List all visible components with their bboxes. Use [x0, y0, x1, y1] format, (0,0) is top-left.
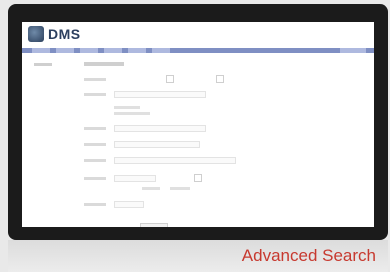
search-row	[84, 106, 140, 109]
search-row	[84, 91, 206, 98]
page-title	[84, 62, 124, 66]
field-label	[84, 203, 106, 206]
monitor-stand: Advanced Search	[8, 240, 388, 272]
checkbox[interactable]	[216, 75, 224, 83]
field-label	[84, 159, 106, 162]
search-row	[84, 174, 202, 182]
text-input[interactable]	[114, 91, 206, 98]
field-label	[84, 127, 106, 130]
option-text[interactable]	[142, 187, 160, 190]
field-label	[84, 176, 106, 180]
search-row	[84, 112, 150, 115]
option-text[interactable]	[170, 187, 190, 190]
hint-text	[114, 112, 150, 115]
field-label	[84, 93, 106, 96]
caption-text: Advanced Search	[241, 246, 376, 265]
logo-icon	[28, 26, 44, 42]
left-link[interactable]	[34, 63, 52, 66]
logo-text: DMS	[48, 26, 81, 42]
text-input[interactable]	[114, 174, 156, 182]
text-input[interactable]	[114, 201, 144, 208]
text-input[interactable]	[114, 157, 236, 164]
checkbox[interactable]	[166, 75, 174, 83]
search-row	[84, 157, 236, 164]
options-row	[142, 187, 190, 190]
search-row	[84, 75, 224, 83]
text-input[interactable]	[114, 141, 200, 148]
search-row	[84, 125, 206, 132]
app-screen: DMS	[22, 22, 374, 227]
search-button[interactable]	[140, 223, 168, 227]
search-row	[84, 201, 144, 208]
field-label	[84, 143, 106, 146]
main-content	[22, 53, 374, 227]
checkbox[interactable]	[194, 174, 202, 182]
text-input[interactable]	[114, 125, 206, 132]
hint-text	[114, 106, 140, 109]
monitor-frame: DMS	[8, 4, 388, 240]
search-row	[84, 141, 200, 148]
field-label	[84, 77, 106, 81]
logo: DMS	[28, 26, 81, 42]
app-header: DMS	[22, 22, 374, 48]
